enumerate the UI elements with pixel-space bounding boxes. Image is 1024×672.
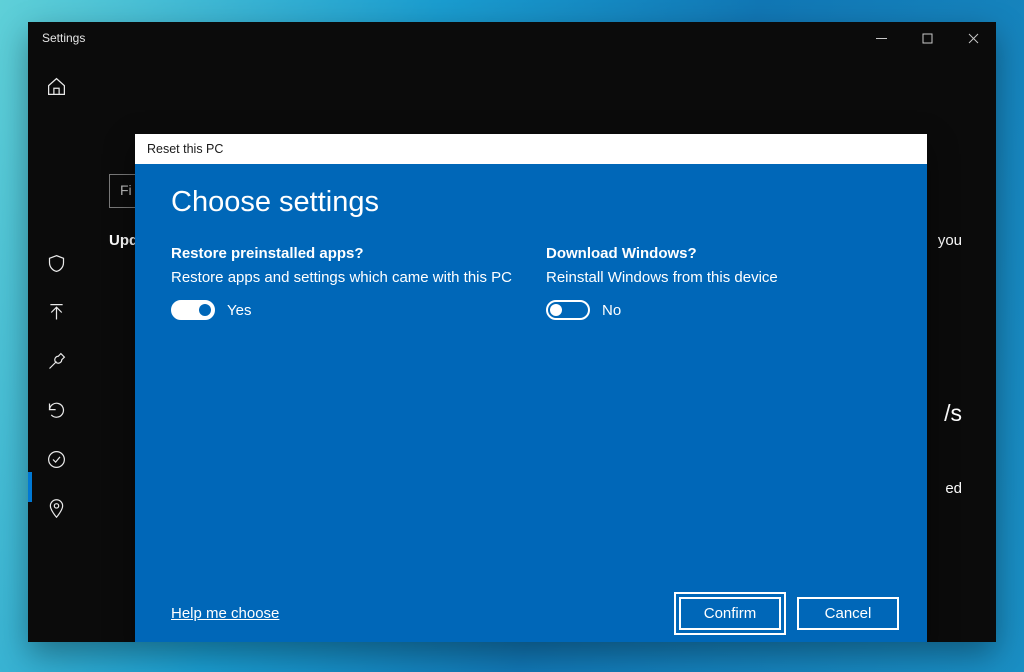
- sidebar-item-troubleshoot[interactable]: [46, 351, 67, 372]
- bg-section-heading: Upd: [109, 232, 138, 249]
- toggle-label: No: [602, 302, 621, 319]
- option-description: Restore apps and settings which came wit…: [171, 268, 516, 288]
- dialog-heading: Choose settings: [171, 186, 891, 219]
- toggle-knob: [550, 304, 562, 316]
- window-body: Fi Upd you /s ed Reset this PC Choose se…: [28, 54, 996, 642]
- sidebar-item-find-device[interactable]: [46, 498, 67, 519]
- home-icon: [46, 76, 67, 97]
- window-title: Settings: [42, 31, 85, 45]
- toggle-row: No: [546, 300, 891, 320]
- sidebar: [28, 54, 84, 642]
- dialog-title: Reset this PC: [147, 142, 223, 156]
- dialog-footer-buttons: Confirm Cancel: [679, 597, 899, 630]
- maximize-icon: [922, 33, 933, 44]
- dialog-titlebar: Reset this PC: [135, 134, 927, 164]
- minimize-button[interactable]: [858, 22, 904, 54]
- window-controls: [858, 22, 996, 54]
- sidebar-item-security[interactable]: [46, 253, 67, 274]
- help-me-choose-link[interactable]: Help me choose: [171, 605, 279, 622]
- sidebar-item-activation[interactable]: [46, 449, 67, 470]
- search-truncated-text: Fi: [120, 182, 132, 198]
- sidebar-selection-indicator: [28, 472, 32, 502]
- settings-window: Settings: [28, 22, 996, 642]
- bg-text-right-3: ed: [945, 480, 962, 497]
- minimize-icon: [876, 33, 887, 44]
- window-titlebar: Settings: [28, 22, 996, 54]
- option-question: Download Windows?: [546, 245, 891, 262]
- shield-icon: [46, 253, 67, 274]
- option-description: Reinstall Windows from this device: [546, 268, 891, 288]
- checkmark-circle-icon: [46, 449, 67, 470]
- option-restore-apps: Restore preinstalled apps? Restore apps …: [171, 245, 516, 320]
- cancel-button[interactable]: Cancel: [797, 597, 899, 630]
- close-icon: [968, 33, 979, 44]
- confirm-button[interactable]: Confirm: [679, 597, 781, 630]
- toggle-knob: [199, 304, 211, 316]
- bg-text-right-2: /s: [944, 400, 962, 427]
- close-button[interactable]: [950, 22, 996, 54]
- option-question: Restore preinstalled apps?: [171, 245, 516, 262]
- sidebar-item-recovery[interactable]: [46, 400, 67, 421]
- wrench-icon: [46, 351, 67, 372]
- option-download-windows: Download Windows? Reinstall Windows from…: [546, 245, 891, 320]
- location-icon: [46, 498, 67, 519]
- arrow-up-bar-icon: [46, 302, 67, 323]
- recovery-icon: [46, 400, 67, 421]
- maximize-button[interactable]: [904, 22, 950, 54]
- download-windows-toggle[interactable]: [546, 300, 590, 320]
- toggle-row: Yes: [171, 300, 516, 320]
- restore-apps-toggle[interactable]: [171, 300, 215, 320]
- bg-text-right-1: you: [938, 232, 962, 249]
- sidebar-item-delivery[interactable]: [46, 302, 67, 323]
- reset-pc-dialog: Reset this PC Choose settings Restore pr…: [135, 134, 927, 642]
- toggle-label: Yes: [227, 302, 251, 319]
- dialog-footer: Help me choose Confirm Cancel: [171, 597, 899, 630]
- sidebar-item-home[interactable]: [46, 76, 67, 97]
- dialog-content: Choose settings Restore preinstalled app…: [135, 164, 927, 320]
- dialog-options: Restore preinstalled apps? Restore apps …: [171, 245, 891, 320]
